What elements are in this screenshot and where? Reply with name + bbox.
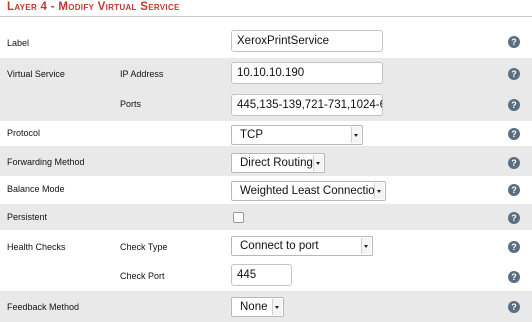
balance-mode-select-value: Weighted Least Connection	[240, 185, 382, 197]
feedback-method-label: Feedback Method	[7, 302, 80, 312]
ports-input[interactable]: 445,135-139,721-731,1024-6	[231, 94, 383, 116]
row-virtual-service-ports: Ports 445,135-139,721-731,1024-6 ?	[0, 89, 532, 121]
chevron-down-icon	[351, 127, 361, 143]
help-icon[interactable]: ?	[508, 36, 520, 48]
title-bar: Layer 4 - Modify Virtual Service	[0, 0, 532, 17]
help-icon[interactable]: ?	[508, 271, 520, 283]
forwarding-method-select[interactable]: Direct Routing	[231, 153, 325, 173]
row-balance-mode: Balance Mode Weighted Least Connection ?	[0, 176, 532, 202]
protocol-label: Protocol	[7, 128, 41, 138]
persistent-label: Persistent	[7, 212, 48, 222]
row-persistent: Persistent ?	[0, 204, 532, 230]
row-virtual-service-ip: Virtual Service IP Address 10.10.10.190 …	[0, 58, 532, 89]
row-forwarding-method: Forwarding Method Direct Routing ?	[0, 146, 532, 176]
row-health-check-port: Check Port 445 ?	[0, 262, 532, 290]
label-input[interactable]: XeroxPrintService	[231, 30, 383, 52]
forwarding-method-select-value: Direct Routing	[240, 157, 313, 169]
chevron-down-icon	[361, 238, 371, 254]
ports-label: Ports	[120, 99, 142, 109]
row-label: Label XeroxPrintService ?	[0, 29, 532, 56]
help-icon[interactable]: ?	[508, 241, 520, 253]
chevron-down-icon	[374, 183, 384, 199]
balance-mode-label: Balance Mode	[7, 184, 65, 194]
row-health-check-type: Health Checks Check Type Connect to port…	[0, 232, 532, 262]
ip-address-label: IP Address	[120, 69, 164, 79]
health-checks-label: Health Checks	[7, 242, 66, 252]
check-port-label: Check Port	[120, 271, 165, 281]
row-feedback-method: Feedback Method None ?	[0, 291, 532, 322]
chevron-down-icon	[313, 155, 323, 171]
help-icon[interactable]: ?	[508, 301, 520, 313]
help-icon[interactable]: ?	[508, 184, 520, 196]
ip-address-input[interactable]: 10.10.10.190	[231, 62, 383, 84]
feedback-method-select-value: None	[240, 301, 268, 313]
feedback-method-select[interactable]: None	[231, 297, 284, 317]
protocol-select[interactable]: TCP	[231, 125, 363, 145]
check-type-label: Check Type	[120, 242, 168, 252]
help-icon[interactable]: ?	[508, 128, 520, 140]
balance-mode-select[interactable]: Weighted Least Connection	[231, 181, 386, 201]
help-icon[interactable]: ?	[508, 99, 520, 111]
page-title: Layer 4 - Modify Virtual Service	[7, 1, 180, 13]
row-protocol: Protocol TCP ?	[0, 122, 532, 145]
chevron-down-icon	[272, 299, 282, 315]
label-label: Label	[7, 38, 30, 48]
help-icon[interactable]: ?	[508, 68, 520, 80]
title-divider	[0, 16, 532, 17]
check-type-select-value: Connect to port	[240, 240, 319, 252]
help-icon[interactable]: ?	[508, 212, 520, 224]
persistent-checkbox[interactable]	[233, 212, 244, 223]
forwarding-method-label: Forwarding Method	[7, 157, 85, 167]
protocol-select-value: TCP	[240, 129, 263, 141]
virtual-service-label: Virtual Service	[7, 69, 65, 79]
check-type-select[interactable]: Connect to port	[231, 236, 373, 256]
help-icon[interactable]: ?	[508, 157, 520, 169]
check-port-input[interactable]: 445	[231, 264, 292, 286]
